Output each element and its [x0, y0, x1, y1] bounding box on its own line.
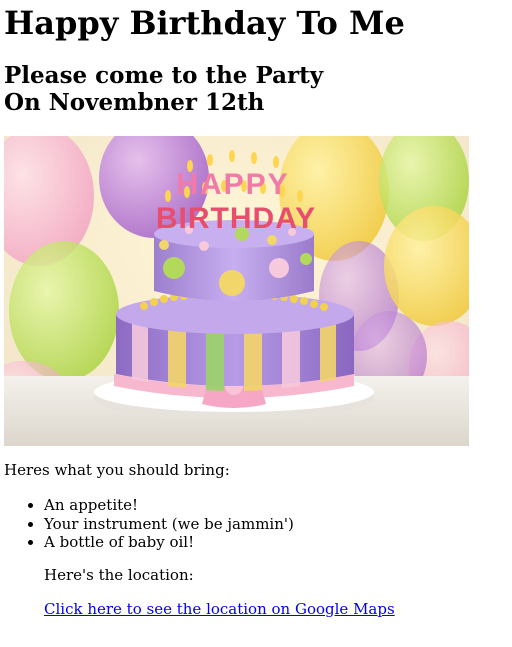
bring-intro: Heres what you should bring:: [4, 461, 230, 479]
bring-list: An appetite! Your instrument (we be jamm…: [4, 496, 494, 552]
page-title: Happy Birthday To Me: [4, 4, 405, 42]
google-maps-link[interactable]: Click here to see the location on Google…: [44, 600, 395, 619]
cake-birthday-text: BIRTHDAY: [156, 202, 316, 235]
subtitle-line-2: On Novembner 12th: [4, 89, 265, 116]
birthday-cake-image: HAPPY BIRTHDAY: [4, 136, 469, 446]
location-label: Here's the location:: [44, 566, 194, 584]
subtitle-line-1: Please come to the Party: [4, 62, 324, 89]
list-item: Your instrument (we be jammin'): [44, 515, 494, 534]
list-item: A bottle of baby oil!: [44, 533, 494, 552]
party-subtitle: Please come to the Party On Novembner 12…: [4, 62, 323, 116]
list-item: An appetite!: [44, 496, 494, 515]
cake-happy-text: HAPPY: [176, 168, 289, 201]
